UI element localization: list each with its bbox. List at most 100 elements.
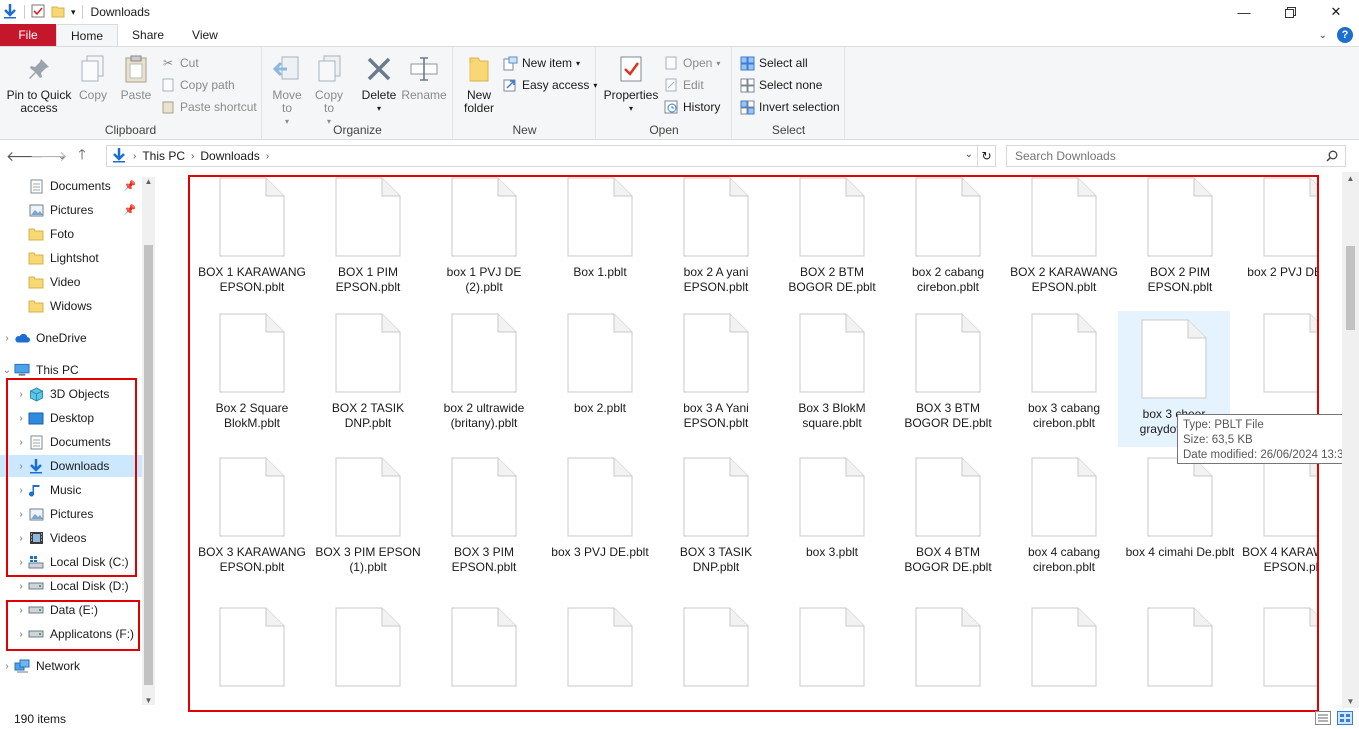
copy-path-button[interactable]: Copy path xyxy=(160,75,235,95)
expand-chevron-icon[interactable]: › xyxy=(14,461,28,472)
customize-toolbar-icon[interactable]: ▾ xyxy=(71,7,76,18)
file-item[interactable] xyxy=(1008,605,1120,695)
file-item[interactable]: box 2 cabang cirebon.pblt xyxy=(892,175,1004,295)
expand-chevron-icon[interactable]: › xyxy=(14,581,28,592)
cut-button[interactable]: ✂ Cut xyxy=(160,53,199,73)
tab-share[interactable]: Share xyxy=(118,24,178,46)
file-item[interactable] xyxy=(892,605,1004,695)
nav-item-onedrive[interactable]: › OneDrive xyxy=(0,327,142,349)
nav-item-this-pc[interactable]: ⌄ This PC xyxy=(0,359,142,381)
nav-item-local-disk-c[interactable]: › Local Disk (C:) xyxy=(0,551,142,573)
nav-scrollbar-thumb[interactable] xyxy=(144,245,153,685)
nav-item-pictures[interactable]: › Pictures xyxy=(0,503,142,525)
close-button[interactable]: ✕ xyxy=(1313,0,1359,24)
nav-item-widows[interactable]: Widows xyxy=(0,295,142,317)
file-item[interactable]: BOX 3 KARAWANG EPSON.pblt xyxy=(196,455,308,575)
file-list-scrollbar-thumb[interactable] xyxy=(1346,246,1355,330)
nav-item-foto[interactable]: Foto xyxy=(0,223,142,245)
file-item[interactable]: BOX 2 TASIK DNP.pblt xyxy=(312,311,424,431)
easy-access-button[interactable]: Easy access ▾ xyxy=(502,75,597,95)
tab-file[interactable]: File xyxy=(0,24,56,46)
address-dropdown-icon[interactable]: ⌄ xyxy=(965,149,973,160)
expand-chevron-icon[interactable]: › xyxy=(14,557,28,568)
new-folder-button[interactable]: New folder xyxy=(458,53,500,115)
file-item[interactable]: BOX 2 PIM EPSON.pblt xyxy=(1124,175,1236,295)
file-item[interactable]: box 3 PVJ DE.pblt xyxy=(544,455,656,560)
recent-locations-button[interactable]: ⌄ xyxy=(54,151,70,162)
expand-chevron-icon[interactable]: › xyxy=(14,629,28,640)
scroll-down-icon[interactable]: ▼ xyxy=(1342,697,1359,706)
scroll-up-icon[interactable]: ▲ xyxy=(142,177,155,186)
nav-item-applicatons-f[interactable]: › Applicatons (F:) xyxy=(0,623,142,645)
collapse-chevron-icon[interactable]: ⌄ xyxy=(0,365,14,376)
file-item[interactable]: BOX 3 PIM EPSON (1).pblt xyxy=(312,455,424,575)
breadcrumb-this-pc[interactable]: This PC xyxy=(142,149,185,163)
file-item[interactable]: box 4 cimahi De.pblt xyxy=(1124,455,1236,560)
pin-to-quick-access-button[interactable]: Pin to Quick access xyxy=(4,53,74,115)
breadcrumb-separator[interactable]: › xyxy=(266,151,269,162)
select-none-button[interactable]: Select none xyxy=(739,75,822,95)
file-item[interactable] xyxy=(544,605,656,695)
nav-item-quick-documents[interactable]: Documents 📌 xyxy=(0,175,142,197)
expand-chevron-icon[interactable]: › xyxy=(14,437,28,448)
file-item[interactable]: BOX 4 BTM BOGOR DE.pblt xyxy=(892,455,1004,575)
file-item[interactable]: box 3 A Yani EPSON.pblt xyxy=(660,311,772,431)
file-item[interactable]: Box 3 BlokM square.pblt xyxy=(776,311,888,431)
file-item[interactable] xyxy=(1240,605,1319,695)
file-item[interactable]: BOX 4 KARAWANG EPSON.pblt xyxy=(1240,455,1319,575)
file-item[interactable]: BOX 1 KARAWANG EPSON.pblt xyxy=(196,175,308,295)
expand-chevron-icon[interactable]: › xyxy=(14,485,28,496)
nav-item-3d-objects[interactable]: › 3D Objects xyxy=(0,383,142,405)
file-item[interactable]: BOX 3 PIM EPSON.pblt xyxy=(428,455,540,575)
scroll-up-icon[interactable]: ▲ xyxy=(1342,174,1359,183)
file-item[interactable]: box 3 cabang cirebon.pblt xyxy=(1008,311,1120,431)
file-item[interactable] xyxy=(660,605,772,695)
up-button[interactable]: 🡑 xyxy=(70,144,94,168)
nav-item-data-e[interactable]: › Data (E:) xyxy=(0,599,142,621)
ribbon-collapse-icon[interactable]: ⌄ xyxy=(1319,30,1327,41)
new-item-button[interactable]: New item ▾ xyxy=(502,53,580,73)
breadcrumb-separator[interactable]: › xyxy=(191,151,194,162)
file-item[interactable]: box 2.pblt xyxy=(544,311,656,416)
search-input[interactable] xyxy=(1006,145,1346,167)
expand-chevron-icon[interactable]: › xyxy=(0,333,14,344)
file-item[interactable] xyxy=(1240,311,1319,401)
scroll-down-icon[interactable]: ▼ xyxy=(142,696,155,705)
nav-item-desktop[interactable]: › Desktop xyxy=(0,407,142,429)
file-item[interactable] xyxy=(196,605,308,695)
back-button[interactable]: 🡐 xyxy=(6,148,44,165)
maximize-button[interactable] xyxy=(1267,0,1313,24)
file-item[interactable]: box 2 PVJ DE.pblt xyxy=(1240,175,1319,280)
new-folder-quick-icon[interactable] xyxy=(51,4,65,21)
nav-item-documents[interactable]: › Documents xyxy=(0,431,142,453)
pin-icon[interactable]: 📌 xyxy=(124,205,136,216)
tab-view[interactable]: View xyxy=(178,24,232,46)
invert-selection-button[interactable]: Invert selection xyxy=(739,97,840,117)
nav-item-music[interactable]: › Music xyxy=(0,479,142,501)
file-item[interactable]: box 4 cabang cirebon.pblt xyxy=(1008,455,1120,575)
copy-button[interactable]: Copy xyxy=(76,53,110,102)
file-item[interactable]: box 2 ultrawide (britany).pblt xyxy=(428,311,540,431)
file-item[interactable] xyxy=(1124,605,1236,695)
nav-item-downloads[interactable]: › Downloads xyxy=(0,455,142,477)
tab-home[interactable]: Home xyxy=(56,24,119,46)
expand-chevron-icon[interactable]: › xyxy=(14,509,28,520)
file-item[interactable]: box 2 A yani EPSON.pblt xyxy=(660,175,772,295)
breadcrumb-downloads[interactable]: Downloads xyxy=(200,149,259,163)
file-item[interactable]: box 1 PVJ DE (2).pblt xyxy=(428,175,540,295)
paste-button[interactable]: Paste xyxy=(116,53,156,102)
help-icon[interactable]: ? xyxy=(1337,27,1353,43)
move-to-button[interactable]: Move to ▾ xyxy=(269,53,305,128)
pin-icon[interactable]: 📌 xyxy=(124,181,136,192)
file-list-scrollbar[interactable]: ▲ ▼ xyxy=(1342,172,1359,708)
nav-item-quick-pictures[interactable]: Pictures 📌 xyxy=(0,199,142,221)
file-item[interactable] xyxy=(312,605,424,695)
paste-shortcut-button[interactable]: Paste shortcut xyxy=(160,97,257,117)
file-item[interactable]: BOX 1 PIM EPSON.pblt xyxy=(312,175,424,295)
nav-item-video[interactable]: Video xyxy=(0,271,142,293)
properties-button[interactable]: Properties ▾ xyxy=(603,53,659,115)
file-item[interactable]: BOX 2 KARAWANG EPSON.pblt xyxy=(1008,175,1120,295)
file-item[interactable]: Box 1.pblt xyxy=(544,175,656,280)
file-item[interactable]: BOX 3 BTM BOGOR DE.pblt xyxy=(892,311,1004,431)
select-all-button[interactable]: Select all xyxy=(739,53,808,73)
